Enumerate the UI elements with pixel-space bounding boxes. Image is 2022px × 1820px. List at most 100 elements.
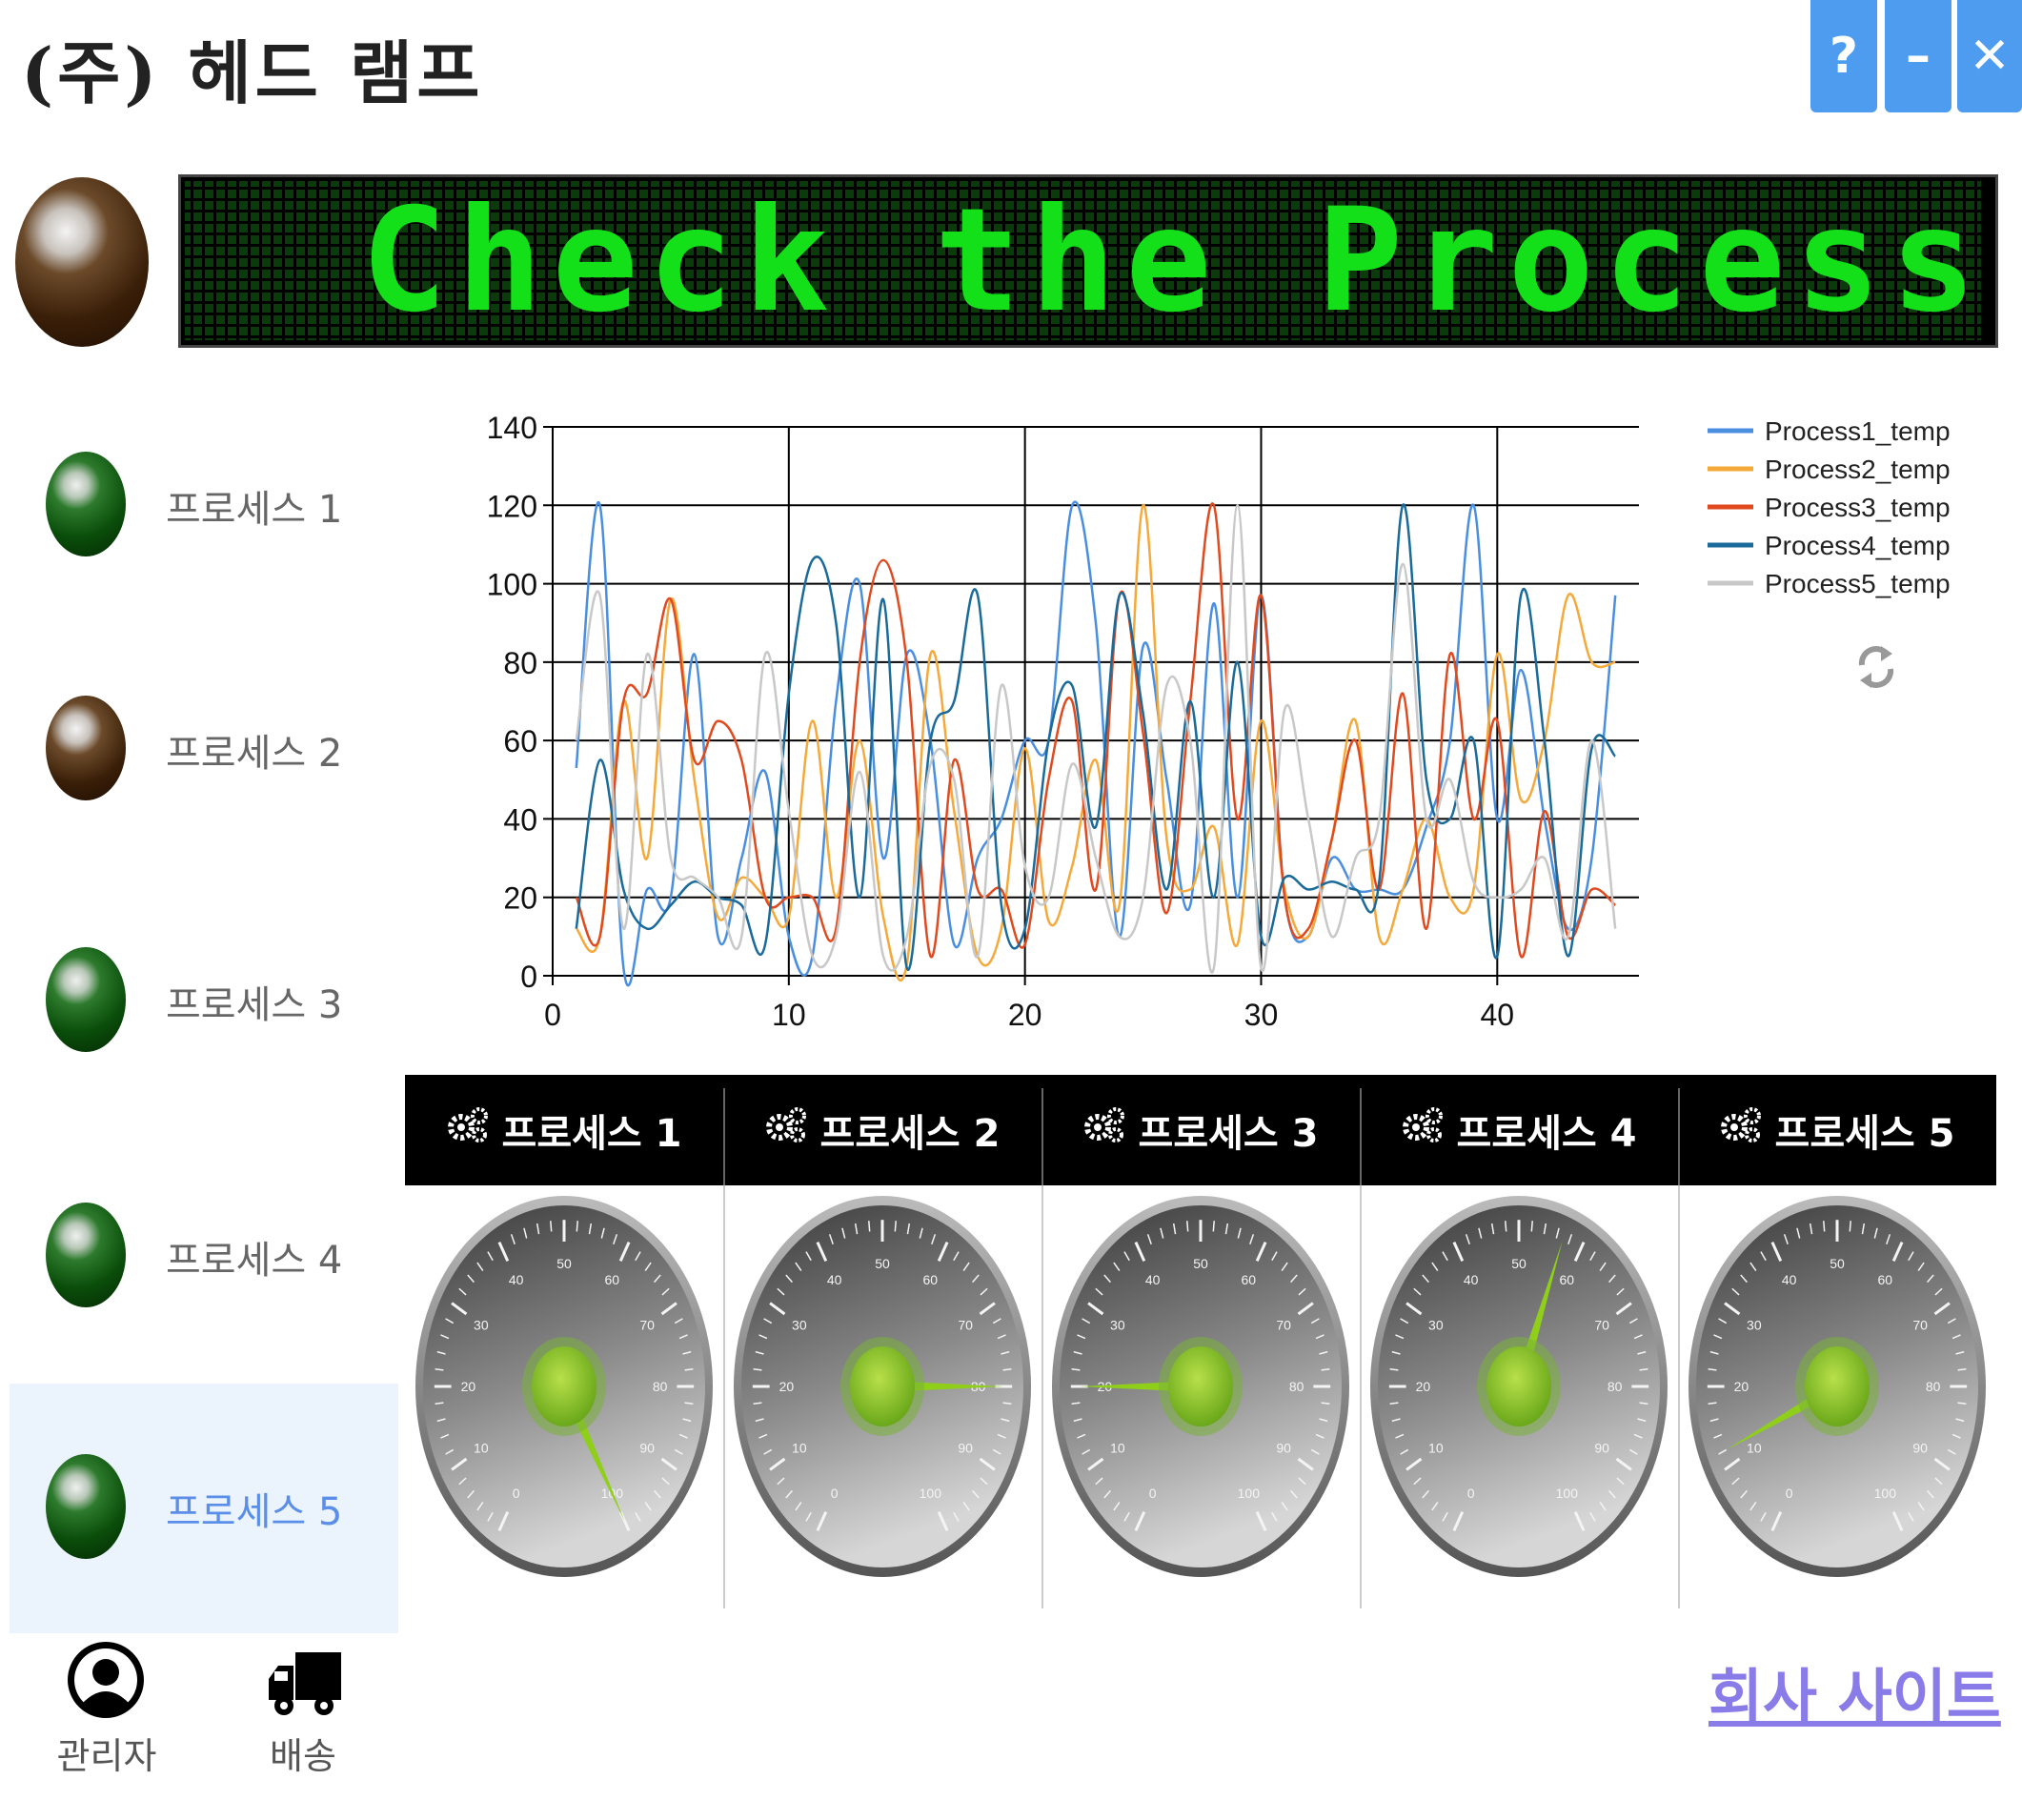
gauge-scale-label: 90: [958, 1441, 973, 1456]
tab-divider: [1041, 1088, 1043, 1185]
delivery-label[interactable]: 배송: [244, 1727, 362, 1779]
tab-divider: [1360, 1088, 1362, 1185]
gauge-scale-label: 60: [923, 1272, 939, 1287]
gauge-tab-2[interactable]: 프로세스 2: [723, 1075, 1041, 1185]
legend-label: Process4_temp: [1765, 531, 1951, 560]
sidebar-item-process-3[interactable]: 프로세스 3: [46, 947, 389, 1052]
sidebar-item-label: 프로세스 4: [166, 1239, 343, 1283]
refresh-icon[interactable]: [1856, 640, 1896, 694]
gauge-tab-label: 프로세스 2: [819, 1112, 1001, 1156]
gauge-tab-label: 프로세스 3: [1138, 1112, 1319, 1156]
y-tick-label: 140: [487, 411, 537, 445]
gauges-area: 0102030405060708090100010203040506070809…: [405, 1185, 1996, 1609]
close-button[interactable]: ✕: [1957, 0, 2022, 112]
gauge-divider: [1041, 1185, 1043, 1608]
gauge-tick: [894, 1221, 897, 1232]
gears-icon: [765, 1106, 807, 1154]
gauge-tab-label: 프로세스 4: [1456, 1112, 1637, 1156]
gauge-4: 0 10 20 30 40 50 60 70 80 90 100: [1370, 1196, 1668, 1577]
led-banner: Check the Process: [178, 174, 1998, 348]
minimize-button[interactable]: –: [1885, 0, 1951, 112]
y-tick-label: 0: [520, 960, 537, 994]
gauge-scale-label: 30: [1110, 1317, 1125, 1332]
sidebar-item-label: 프로세스 5: [166, 1490, 343, 1534]
gauge-scale-label: 90: [1276, 1441, 1291, 1456]
process-1-lamp: [46, 452, 126, 556]
gauge-tab-label: 프로세스 1: [501, 1112, 682, 1156]
gauge-scale-label: 40: [509, 1272, 524, 1287]
gauge-hub: [850, 1346, 915, 1426]
gauge-scale-label: 80: [1289, 1379, 1304, 1394]
legend-label: Process3_temp: [1765, 493, 1951, 522]
admin-label[interactable]: 관리자: [48, 1727, 166, 1779]
gauge-scale-label: 30: [792, 1317, 807, 1332]
sidebar-item-process-5[interactable]: 프로세스 5: [46, 1454, 389, 1559]
gauge-scale-label: 70: [1594, 1317, 1609, 1332]
gauge-scale-label: 80: [653, 1379, 668, 1394]
company-site-link[interactable]: 회사 사이트: [1709, 1648, 2001, 1734]
gears-icon: [1402, 1106, 1444, 1154]
admin-icon[interactable]: [65, 1639, 147, 1721]
x-tick-label: 30: [1244, 998, 1279, 1032]
gauge-tick: [1212, 1221, 1215, 1232]
gauge-scale-label: 20: [779, 1379, 795, 1394]
x-tick-label: 20: [1008, 998, 1042, 1032]
process-5-lamp: [46, 1454, 126, 1559]
gauge-tab-3[interactable]: 프로세스 3: [1041, 1075, 1360, 1185]
x-tick-label: 10: [772, 998, 806, 1032]
sidebar-item-label: 프로세스 2: [166, 732, 343, 776]
gauge-scale-label: 0: [1786, 1486, 1793, 1501]
sidebar-item-label: 프로세스 1: [166, 488, 343, 532]
gauge-1: 0102030405060708090100: [415, 1196, 713, 1577]
gauge-scale-label: 60: [1878, 1272, 1893, 1287]
series-line-3: [575, 502, 1617, 959]
series-line-1: [575, 500, 1617, 987]
series-line-4: [575, 503, 1617, 971]
gauge-divider: [723, 1185, 725, 1608]
gauge-scale-label: 20: [461, 1379, 476, 1394]
gauge-scale-label: 30: [474, 1317, 489, 1332]
gauge-scale-label: 0: [1149, 1486, 1157, 1501]
gauge-scale-label: 0: [513, 1486, 520, 1501]
y-tick-label: 100: [487, 568, 537, 602]
gauge-tab-label: 프로세스 5: [1774, 1112, 1955, 1156]
gauge-scale-label: 0: [1467, 1486, 1475, 1501]
gauge-scale-label: 60: [605, 1272, 620, 1287]
gears-icon: [1720, 1106, 1762, 1154]
sidebar-item-label: 프로세스 3: [166, 983, 343, 1027]
gauge-scale-label: 10: [474, 1441, 489, 1456]
sidebar-item-process-4[interactable]: 프로세스 4: [46, 1203, 389, 1307]
gauge-tab-4[interactable]: 프로세스 4: [1360, 1075, 1678, 1185]
gears-icon: [447, 1106, 489, 1154]
process-3-lamp: [46, 947, 126, 1052]
gears-icon: [1083, 1106, 1125, 1154]
gauge-hub: [532, 1346, 596, 1426]
gauge-scale-label: 70: [639, 1317, 655, 1332]
gauge-scale-label: 90: [639, 1441, 655, 1456]
gauge-scale-label: 40: [827, 1272, 842, 1287]
gauge-scale-label: 80: [1607, 1379, 1623, 1394]
gauge-scale-label: 90: [1912, 1441, 1928, 1456]
gauge-tab-1[interactable]: 프로세스 1: [405, 1075, 723, 1185]
temperature-chart: 0 20 40 60 80 100 120 140 0 10 20 30 40 Process1_temp…: [487, 411, 1951, 1032]
gauge-scale-label: 20: [1416, 1379, 1431, 1394]
gauge-scale-label: 50: [556, 1256, 572, 1271]
led-banner-text: Check the Process: [360, 178, 1986, 344]
gauge-scale-label: 30: [1747, 1317, 1762, 1332]
help-button[interactable]: ?: [1810, 0, 1877, 112]
gauge-scale-label: 10: [1110, 1441, 1125, 1456]
y-tick-label: 80: [503, 646, 537, 680]
gauge-tick: [868, 1221, 871, 1232]
gauge-tick: [1530, 1221, 1533, 1232]
gauge-hub: [1486, 1346, 1551, 1426]
tab-divider: [1678, 1088, 1680, 1185]
sidebar-item-process-1[interactable]: 프로세스 1: [46, 452, 389, 556]
gauge-tab-5[interactable]: 프로세스 5: [1678, 1075, 1996, 1185]
sidebar-item-process-2[interactable]: 프로세스 2: [46, 696, 389, 800]
gauge-divider: [1360, 1185, 1362, 1608]
gauge-tick: [550, 1221, 553, 1232]
truck-icon[interactable]: [267, 1650, 343, 1721]
gauge-scale-label: 70: [1912, 1317, 1928, 1332]
gauge-hub: [1805, 1346, 1870, 1426]
gauge-scale-label: 50: [1193, 1256, 1208, 1271]
